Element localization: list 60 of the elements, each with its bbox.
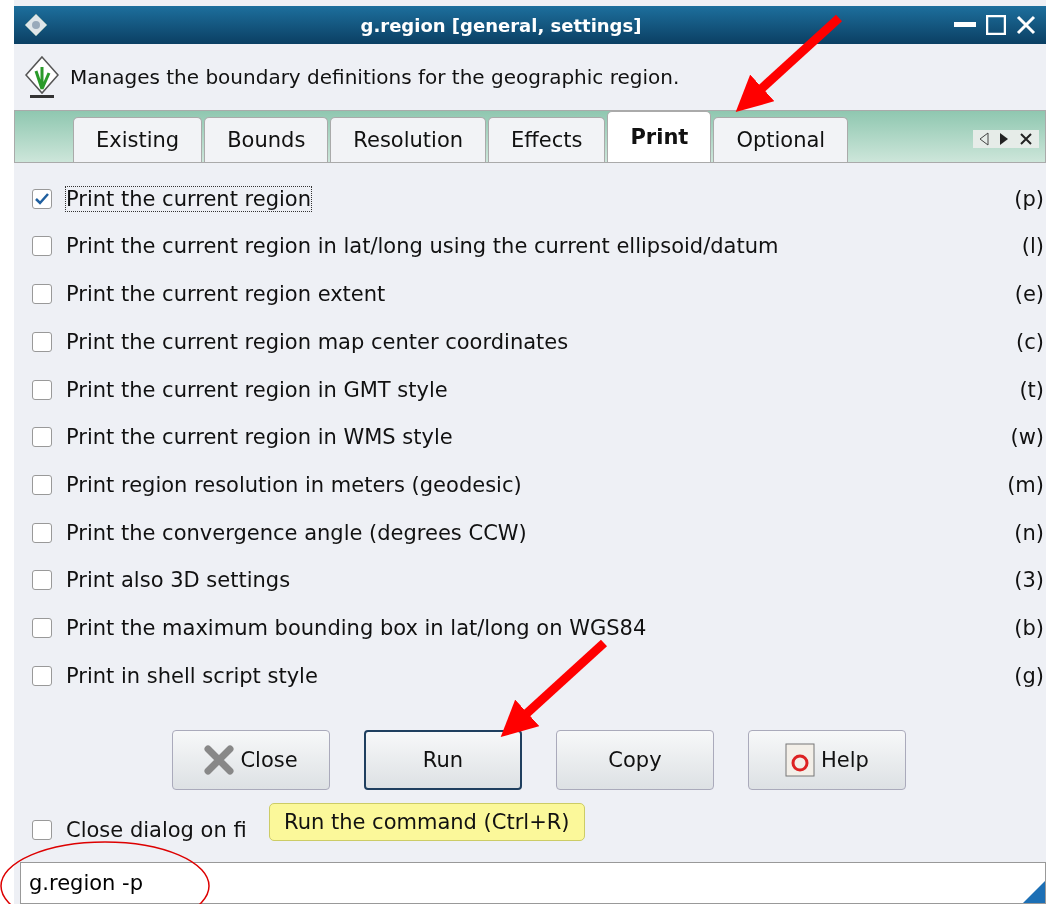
checkbox[interactable] [32, 188, 52, 209]
checkbox[interactable] [32, 819, 52, 840]
option-label: Print the current region extent [66, 282, 387, 307]
option-label: Print the current region in WMS style [66, 425, 454, 450]
help-icon [785, 742, 816, 777]
maximize-icon[interactable] [986, 15, 1006, 36]
checkbox[interactable] [32, 665, 52, 686]
flag-label: (3) [1014, 568, 1045, 593]
flag-label: (l) [1021, 234, 1045, 259]
checkbox[interactable] [32, 379, 52, 400]
checkbox[interactable] [32, 522, 52, 543]
flag-label: (t) [1019, 377, 1045, 402]
checkbox[interactable] [32, 284, 52, 305]
help-button[interactable]: Help [748, 729, 906, 790]
flag-label: (m) [1007, 472, 1045, 497]
tab[interactable]: Existing [73, 116, 203, 162]
minimize-icon[interactable] [954, 22, 976, 29]
tab[interactable]: Bounds [204, 116, 329, 162]
option-label: Print the current region [66, 186, 311, 211]
option-label: Print the convergence angle (degrees CCW) [66, 520, 528, 545]
left-arrow-icon[interactable] [979, 131, 989, 146]
checkbox[interactable] [32, 474, 52, 495]
tab[interactable]: Print [607, 110, 712, 162]
checkbox[interactable] [32, 236, 52, 257]
cross-icon [204, 744, 235, 775]
option-label: Print region resolution in meters (geodesic) [66, 472, 523, 497]
close-tab-icon[interactable] [1019, 131, 1033, 146]
flag-label: (c) [1016, 329, 1045, 354]
grass-logo-icon [24, 54, 60, 99]
close-button[interactable]: Close [172, 729, 330, 790]
flag-label: (e) [1014, 282, 1045, 307]
flag-label: (w) [1010, 425, 1045, 450]
checkbox[interactable] [32, 331, 52, 352]
flag-label: (p) [1014, 186, 1045, 211]
checkbox[interactable] [32, 427, 52, 448]
flag-label: (n) [1014, 520, 1045, 545]
option-label: Close dialog on fi [66, 817, 247, 842]
action-button[interactable]: Copy [556, 729, 714, 790]
option-label: Print the maximum bounding box in lat/long on WGS84 [66, 615, 648, 640]
description-text: Manages the boundary definitions for the geographic region. [70, 64, 680, 89]
tab[interactable]: Resolution [330, 116, 487, 162]
checkbox[interactable] [32, 570, 52, 591]
app-icon [24, 13, 48, 38]
tab[interactable]: Optional [713, 116, 849, 162]
option-label: Print the current region in GMT style [66, 377, 449, 402]
resize-grip-icon [1023, 881, 1045, 903]
option-label: Print the current region map center coordinates [66, 329, 570, 354]
flag-label: (g) [1014, 663, 1045, 688]
action-button[interactable]: Run [364, 729, 522, 790]
right-arrow-icon[interactable] [999, 131, 1009, 146]
option-label: Print the current region in lat/long using the current ellipsoid/datum [66, 234, 780, 259]
option-label: Print in shell script style [66, 663, 319, 688]
tab[interactable]: Effects [488, 116, 606, 162]
option-label: Print also 3D settings [66, 568, 292, 593]
checkbox[interactable] [32, 617, 52, 638]
window-title: g.region [general, settings] [359, 14, 643, 36]
flag-label: (b) [1014, 615, 1045, 640]
command-field[interactable]: g.region -p [20, 862, 1046, 904]
close-icon[interactable] [1016, 15, 1036, 36]
tooltip: Run the command (Ctrl+R) [269, 803, 585, 841]
